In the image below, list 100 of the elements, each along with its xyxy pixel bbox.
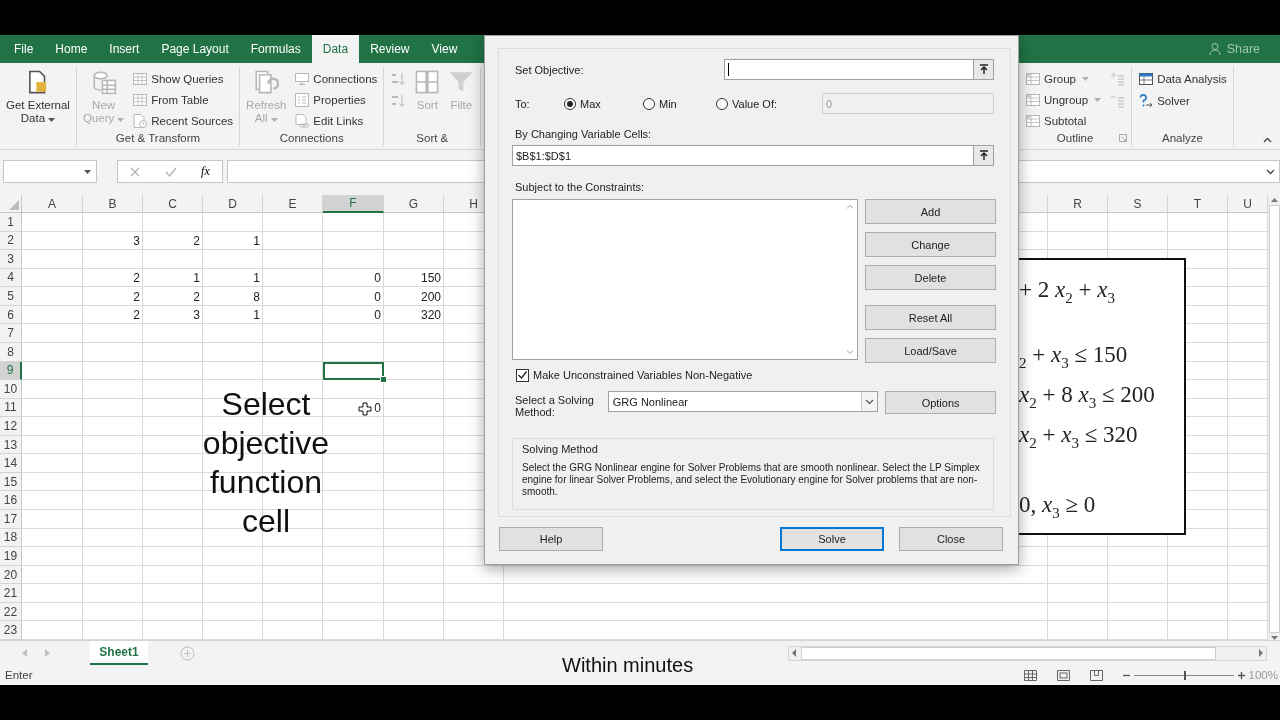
ribbon-button[interactable]: Solver — [1136, 91, 1229, 111]
dialog-button[interactable]: Change — [865, 232, 996, 257]
caption-text: Within minutes — [562, 654, 694, 677]
previous-sheet-icon[interactable] — [22, 649, 27, 657]
checkbox[interactable]: Make Unconstrained Variables Non-Negative — [512, 368, 996, 382]
scroll-down-icon[interactable] — [846, 350, 854, 355]
collapse-button[interactable] — [974, 59, 994, 80]
dialog-button[interactable]: Close — [899, 527, 1003, 551]
chart-icon — [1138, 71, 1155, 87]
row-header[interactable]: 23 — [0, 621, 22, 640]
column-header[interactable]: E — [263, 195, 323, 213]
group-label: Outline — [1056, 132, 1094, 145]
row-header[interactable]: 10 — [0, 380, 22, 399]
field-label: Select a Solving Method: — [514, 393, 595, 418]
ribbon-tab[interactable]: File — [3, 35, 45, 63]
monitor-icon — [294, 70, 311, 87]
table-cell: 0 — [374, 400, 381, 415]
row-header[interactable]: 17 — [0, 510, 22, 529]
group-label: Get & Transform — [115, 132, 201, 145]
check-icon[interactable] — [164, 166, 177, 177]
dialog-launcher-icon[interactable] — [1119, 134, 1128, 143]
dialog-button[interactable]: Options — [885, 391, 996, 414]
column-header[interactable]: F — [323, 195, 384, 213]
table-icon — [132, 91, 149, 108]
ribbon-tab[interactable]: View — [420, 35, 469, 63]
table-cell: 320 — [420, 308, 441, 323]
sheet-tab[interactable]: Sheet1 — [90, 641, 148, 665]
row-header[interactable]: 21 — [0, 584, 22, 603]
column-header[interactable]: A — [22, 195, 83, 213]
row-header[interactable]: 12 — [0, 417, 22, 436]
table-cell: 2 — [193, 289, 200, 304]
column-header[interactable]: D — [203, 195, 263, 213]
table-icon — [132, 70, 149, 87]
ribbon-tab[interactable]: Data — [311, 35, 360, 63]
expand-icon[interactable] — [1266, 168, 1275, 175]
sort-ascending-icon — [390, 71, 407, 87]
vertical-scrollbar[interactable] — [1268, 195, 1280, 640]
column-header[interactable]: T — [1168, 195, 1228, 213]
plus-list-icon — [1109, 71, 1126, 87]
collapse-ribbon-icon[interactable] — [1263, 137, 1272, 143]
caret-icon — [84, 169, 91, 174]
ribbon-tab[interactable]: Review — [359, 35, 421, 63]
radio-button[interactable]: Max — [564, 97, 601, 110]
dialog-button[interactable]: Load/Save — [865, 338, 996, 363]
equation-line: x$_{2}$ + 8 x$_{3}$ ≤ 200 — [1019, 381, 1155, 413]
ribbon-button[interactable]: Get External Data — [4, 67, 72, 127]
method-dropdown[interactable]: GRG Nonlinear — [607, 391, 879, 412]
cancel-icon[interactable] — [130, 166, 141, 177]
objective-field[interactable] — [724, 59, 974, 80]
name-box[interactable] — [3, 160, 97, 183]
ribbon-tab[interactable]: Formulas — [239, 35, 312, 63]
row-header[interactable]: 3 — [0, 250, 22, 269]
normal-view-icon[interactable] — [1023, 669, 1037, 681]
ungroup-icon — [1025, 91, 1041, 108]
plus-icon[interactable] — [1237, 671, 1245, 679]
equation-line: + 2 x$_{2}$ + x$_{3}$ — [1019, 276, 1115, 308]
column-header[interactable]: C — [143, 195, 203, 213]
group-label: Sort & — [416, 132, 449, 145]
ribbon-tab[interactable]: Home — [44, 35, 99, 63]
variable-cells-field[interactable]: $B$1:$D$1 — [512, 145, 974, 166]
column-header[interactable]: S — [1108, 195, 1168, 213]
radio-button[interactable]: Value Of: — [716, 97, 778, 110]
dialog-button[interactable]: Add — [865, 199, 996, 224]
radio-button[interactable]: Min — [643, 97, 677, 110]
row-header[interactable]: 19 — [0, 547, 22, 566]
collapse-button[interactable] — [974, 145, 994, 166]
row-header[interactable]: 16 — [0, 491, 22, 511]
insert-function-button[interactable]: fx — [201, 164, 210, 179]
dialog-button[interactable]: Delete — [865, 265, 996, 290]
ribbon-button[interactable]: Data Analysis — [1136, 69, 1229, 89]
triangle-icon — [9, 200, 19, 210]
add-sheet-icon[interactable] — [180, 645, 195, 661]
ribbon-tab[interactable]: Insert — [98, 35, 151, 63]
table-cell: 2 — [133, 289, 140, 304]
page-layout-icon[interactable] — [1056, 669, 1070, 681]
row-header[interactable]: 5 — [0, 287, 22, 306]
ribbon-tab[interactable]: Page Layout — [150, 35, 240, 63]
scroll-up-icon[interactable] — [846, 204, 854, 209]
link-icon — [294, 112, 311, 129]
page-break-icon[interactable] — [1089, 669, 1103, 681]
scroll-right-icon[interactable] — [1256, 649, 1266, 657]
selected-cell[interactable] — [323, 361, 384, 381]
row-header[interactable]: 14 — [0, 454, 22, 473]
row-header[interactable]: 7 — [0, 324, 22, 343]
row-header[interactable]: 1 — [0, 213, 22, 232]
table-cell: 0 — [374, 308, 381, 323]
column-header[interactable]: U — [1228, 195, 1268, 213]
dialog-button[interactable]: Help — [499, 527, 603, 551]
description-text: Select the GRG Nonlinear engine for Solver Problems that are smooth nonlinear. Select the LP Simplex engine for linear Solver Problems, and select the Evolutionary engine for Solver problems that are non-smooth. — [522, 462, 981, 498]
next-sheet-icon[interactable] — [45, 649, 50, 657]
fill-handle[interactable] — [380, 376, 387, 384]
select-all-button[interactable] — [0, 195, 22, 213]
dialog-button[interactable]: Solve — [780, 527, 884, 551]
column-header[interactable]: G — [384, 195, 444, 213]
column-header[interactable]: R — [1048, 195, 1108, 213]
scroll-up-icon[interactable] — [1270, 198, 1278, 202]
table-cell: 2 — [133, 270, 140, 285]
dialog-button[interactable]: Reset All — [865, 305, 996, 330]
column-header[interactable]: B — [83, 195, 143, 213]
horizontal-scrollbar[interactable] — [788, 645, 1267, 661]
